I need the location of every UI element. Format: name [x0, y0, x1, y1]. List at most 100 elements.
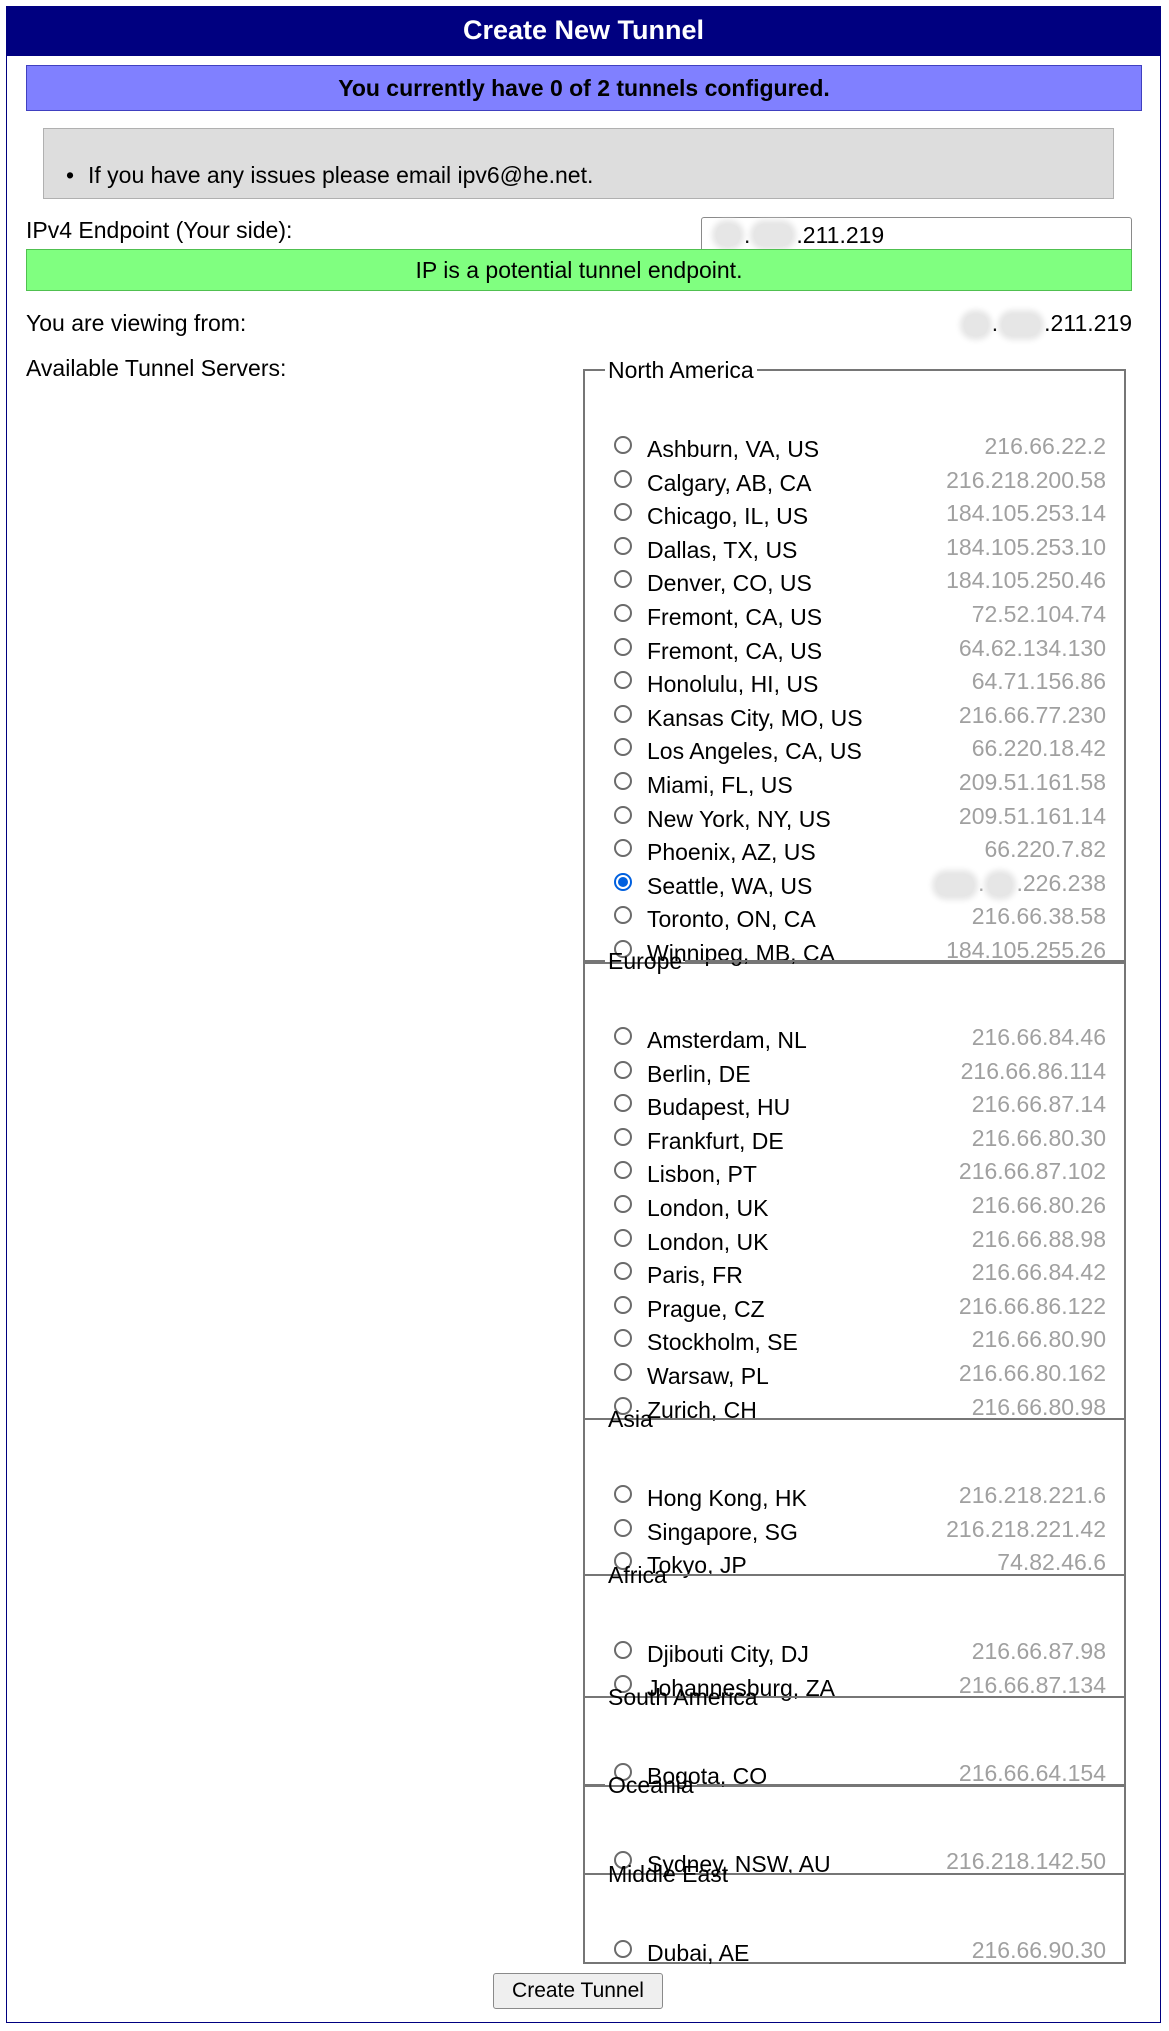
server-option[interactable]: Toronto, ON, CA 216.66.38.58	[585, 902, 1124, 936]
server-option[interactable]: Dubai, AE 216.66.90.30	[585, 1936, 1124, 1970]
create-tunnel-button[interactable]: Create Tunnel	[493, 1973, 663, 2009]
server-option[interactable]: London, UK 216.66.80.26	[585, 1191, 1124, 1225]
server-radio[interactable]	[614, 772, 632, 790]
server-option[interactable]: Chicago, IL, US 184.105.253.14	[585, 499, 1124, 533]
region-name: Europe	[608, 948, 683, 974]
server-option[interactable]: Fremont, CA, US 72.52.104.74	[585, 600, 1124, 634]
server-radio[interactable]	[614, 1485, 632, 1503]
server-option[interactable]: Calgary, AB, CA 216.218.200.58	[585, 466, 1124, 500]
server-radio[interactable]	[614, 1161, 632, 1179]
server-city: Los Angeles, CA, US	[647, 738, 862, 764]
server-city: Toronto, ON, CA	[647, 906, 816, 932]
server-ip: 216.66.80.26	[971, 1192, 1106, 1218]
server-option[interactable]: New York, NY, US 209.51.161.14	[585, 802, 1124, 836]
server-radio[interactable]	[614, 1229, 632, 1247]
server-radio[interactable]	[614, 1195, 632, 1213]
notice-box: If you have any issues please email ipv6…	[43, 128, 1114, 199]
server-option[interactable]: Honolulu, HI, US 64.71.156.86	[585, 667, 1124, 701]
server-city: Singapore, SG	[647, 1519, 798, 1545]
server-ip-value: .226.238	[1016, 870, 1106, 896]
server-ip: 216.66.87.98	[971, 1638, 1106, 1664]
server-option[interactable]: Budapest, HU 216.66.87.14	[585, 1090, 1124, 1124]
server-ip: 216.66.90.30	[971, 1937, 1106, 1963]
redacted-ip-part	[963, 313, 988, 336]
server-ip: 216.66.88.98	[971, 1226, 1106, 1252]
server-option[interactable]: Miami, FL, US 209.51.161.58	[585, 768, 1124, 802]
server-radio[interactable]	[614, 873, 632, 891]
server-option[interactable]: Singapore, SG 216.218.221.42	[585, 1515, 1124, 1549]
server-radio[interactable]	[614, 1262, 632, 1280]
server-option[interactable]: Seattle, WA, US . .226.238	[585, 869, 1124, 903]
server-option[interactable]: Denver, CO, US 184.105.250.46	[585, 566, 1124, 600]
server-city: Dallas, TX, US	[647, 537, 798, 563]
server-city: Seattle, WA, US	[647, 873, 813, 899]
region-group: North America Ashburn, VA, US 216.66.22.2 C…	[583, 357, 1126, 966]
server-city: Lisbon, PT	[647, 1161, 757, 1187]
viewing-from-ip-value: .211.219	[1044, 310, 1132, 336]
server-ip: 216.66.87.14	[971, 1091, 1106, 1117]
server-radio[interactable]	[614, 470, 632, 488]
server-ip: 64.62.134.130	[958, 635, 1106, 661]
server-city: Hong Kong, HK	[647, 1485, 807, 1511]
server-option[interactable]: Dallas, TX, US 184.105.253.10	[585, 533, 1124, 567]
server-radio[interactable]	[614, 638, 632, 656]
server-radio[interactable]	[614, 705, 632, 723]
server-city: Paris, FR	[647, 1262, 743, 1288]
server-option[interactable]: Paris, FR 216.66.84.42	[585, 1258, 1124, 1292]
server-radio[interactable]	[614, 1094, 632, 1112]
server-radio[interactable]	[614, 570, 632, 588]
server-ip: 66.220.18.42	[971, 735, 1106, 761]
notice-list: If you have any issues please email ipv6…	[66, 162, 593, 189]
server-radio[interactable]	[614, 1363, 632, 1381]
server-radio[interactable]	[614, 671, 632, 689]
server-option[interactable]: Fremont, CA, US 64.62.134.130	[585, 634, 1124, 668]
server-option[interactable]: Djibouti City, DJ 216.66.87.98	[585, 1637, 1124, 1671]
server-ip: 216.66.77.230	[958, 702, 1106, 728]
redacted-ip-part	[1002, 313, 1041, 336]
server-radio[interactable]	[614, 806, 632, 824]
server-option[interactable]: Warsaw, PL 216.66.80.162	[585, 1359, 1124, 1393]
server-ip: 184.105.250.46	[946, 567, 1106, 593]
server-option[interactable]: Amsterdam, NL 216.66.84.46	[585, 1023, 1124, 1057]
server-radio[interactable]	[614, 839, 632, 857]
server-option[interactable]: London, UK 216.66.88.98	[585, 1225, 1124, 1259]
server-option[interactable]: Los Angeles, CA, US 66.220.18.42	[585, 734, 1124, 768]
server-radio[interactable]	[614, 503, 632, 521]
server-radio[interactable]	[614, 906, 632, 924]
server-radio[interactable]	[614, 1519, 632, 1537]
server-ip: 216.66.80.162	[958, 1360, 1106, 1386]
region-name: South America	[608, 1684, 758, 1710]
server-radio[interactable]	[614, 604, 632, 622]
server-radio[interactable]	[614, 537, 632, 555]
server-option[interactable]: Prague, CZ 216.66.86.122	[585, 1292, 1124, 1326]
server-city: London, UK	[647, 1229, 769, 1255]
server-option[interactable]: Ashburn, VA, US 216.66.22.2	[585, 432, 1124, 466]
notice-item: If you have any issues please email ipv6…	[66, 162, 593, 189]
region-group: Asia Hong Kong, HK 216.218.221.6 Singapore,…	[583, 1406, 1126, 1578]
server-option[interactable]: Kansas City, MO, US 216.66.77.230	[585, 701, 1124, 735]
server-radio[interactable]	[614, 436, 632, 454]
server-city: Djibouti City, DJ	[647, 1641, 809, 1667]
server-radio[interactable]	[614, 1641, 632, 1659]
region-name: North America	[608, 357, 754, 383]
server-radio[interactable]	[614, 738, 632, 756]
server-radio[interactable]	[614, 1329, 632, 1347]
server-radio[interactable]	[614, 1940, 632, 1958]
server-radio[interactable]	[614, 1061, 632, 1079]
server-city: Dubai, AE	[647, 1940, 750, 1966]
region-name: Oceania	[608, 1772, 694, 1798]
server-ip: 216.66.84.42	[971, 1259, 1106, 1285]
server-city: Fremont, CA, US	[647, 604, 823, 630]
server-radio[interactable]	[614, 1128, 632, 1146]
server-option[interactable]: Hong Kong, HK 216.218.221.6	[585, 1481, 1124, 1515]
server-option[interactable]: Lisbon, PT 216.66.87.102	[585, 1157, 1124, 1191]
server-option[interactable]: Stockholm, SE 216.66.80.90	[585, 1325, 1124, 1359]
ipv4-endpoint-input[interactable]: . .211.219	[701, 217, 1132, 253]
server-radio[interactable]	[614, 1027, 632, 1045]
server-ip: 216.66.38.58	[971, 903, 1106, 929]
server-option[interactable]: Berlin, DE 216.66.86.114	[585, 1057, 1124, 1091]
server-radio[interactable]	[614, 1296, 632, 1314]
server-option[interactable]: Frankfurt, DE 216.66.80.30	[585, 1124, 1124, 1158]
server-ip: 184.105.253.14	[946, 500, 1106, 526]
server-option[interactable]: Phoenix, AZ, US 66.220.7.82	[585, 835, 1124, 869]
